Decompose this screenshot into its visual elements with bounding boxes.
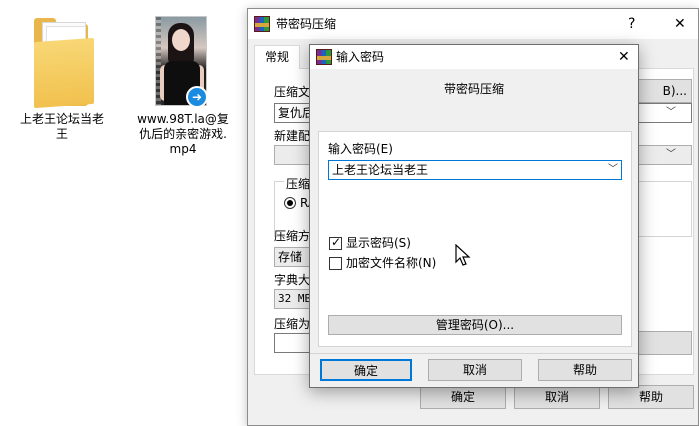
show-password-checkbox[interactable] <box>329 235 342 250</box>
divider <box>310 353 638 354</box>
dict-size-value: 32 MB <box>278 292 312 305</box>
compress-dialog-title: 带密码压缩 <box>276 17 337 31</box>
tab-general[interactable]: 常规 <box>254 45 300 69</box>
format-group-label: 压缩 <box>284 177 313 191</box>
password-dialog-title: 输入密码 <box>336 50 385 64</box>
method-value: 存储 <box>278 250 303 264</box>
winrar-icon <box>316 49 332 65</box>
media-player-badge-icon: ➜ <box>186 86 208 108</box>
method-label: 压缩方 <box>274 229 311 243</box>
manage-passwords-button[interactable]: 管理密码(O)... <box>328 315 622 335</box>
password-dialog: 输入密码 ✕ 带密码压缩 输入密码(E) 上老王论坛当老王 ﹀ 显示密码(S) … <box>309 44 639 388</box>
chevron-down-icon[interactable]: ﹀ <box>666 150 676 160</box>
pw-help-button[interactable]: 帮助 <box>538 359 632 381</box>
ok-button[interactable]: 确定 <box>420 385 506 409</box>
enter-password-label: 输入密码(E) <box>328 142 393 156</box>
password-dialog-header: 带密码压缩 <box>310 69 638 109</box>
password-dialog-heading: 带密码压缩 <box>443 82 504 96</box>
winrar-icon <box>254 16 270 32</box>
encrypt-names-label[interactable]: 加密文件名称(N) <box>346 256 436 270</box>
new-profile-label: 新建配 <box>274 129 311 143</box>
password-input[interactable]: 上老王论坛当老王 <box>328 160 622 180</box>
dict-size-label: 字典大 <box>274 273 311 287</box>
close-icon[interactable]: ✕ <box>674 16 686 32</box>
encrypt-names-checkbox[interactable] <box>329 257 342 270</box>
cancel-button[interactable]: 取消 <box>514 385 600 409</box>
compress-dialog-titlebar[interactable]: 带密码压缩 ? ✕ <box>248 9 698 39</box>
show-password-label[interactable]: 显示密码(S) <box>346 236 411 250</box>
split-label: 压缩为 <box>274 317 311 331</box>
browse-button[interactable]: B)... <box>630 79 692 103</box>
video-file-label[interactable]: www.98T.la@复仇后的亲密游戏.mp4 <box>134 112 232 157</box>
close-icon[interactable]: ✕ <box>618 49 630 65</box>
rar-radio[interactable] <box>284 197 296 209</box>
chevron-down-icon[interactable]: ﹀ <box>666 108 676 118</box>
help-caption-button[interactable]: ? <box>628 16 635 32</box>
archive-name-label: 压缩文 <box>274 85 311 99</box>
mouse-cursor-icon <box>455 244 471 266</box>
folder-icon[interactable] <box>28 16 94 109</box>
password-dialog-titlebar[interactable]: 输入密码 ✕ <box>310 45 638 69</box>
folder-label[interactable]: 上老王论坛当老王 <box>18 112 106 142</box>
help-button[interactable]: 帮助 <box>608 385 694 409</box>
pw-ok-button[interactable]: 确定 <box>320 359 412 381</box>
chevron-down-icon[interactable]: ﹀ <box>608 165 618 175</box>
pw-cancel-button[interactable]: 取消 <box>428 359 522 381</box>
password-value: 上老王论坛当老王 <box>332 163 429 177</box>
